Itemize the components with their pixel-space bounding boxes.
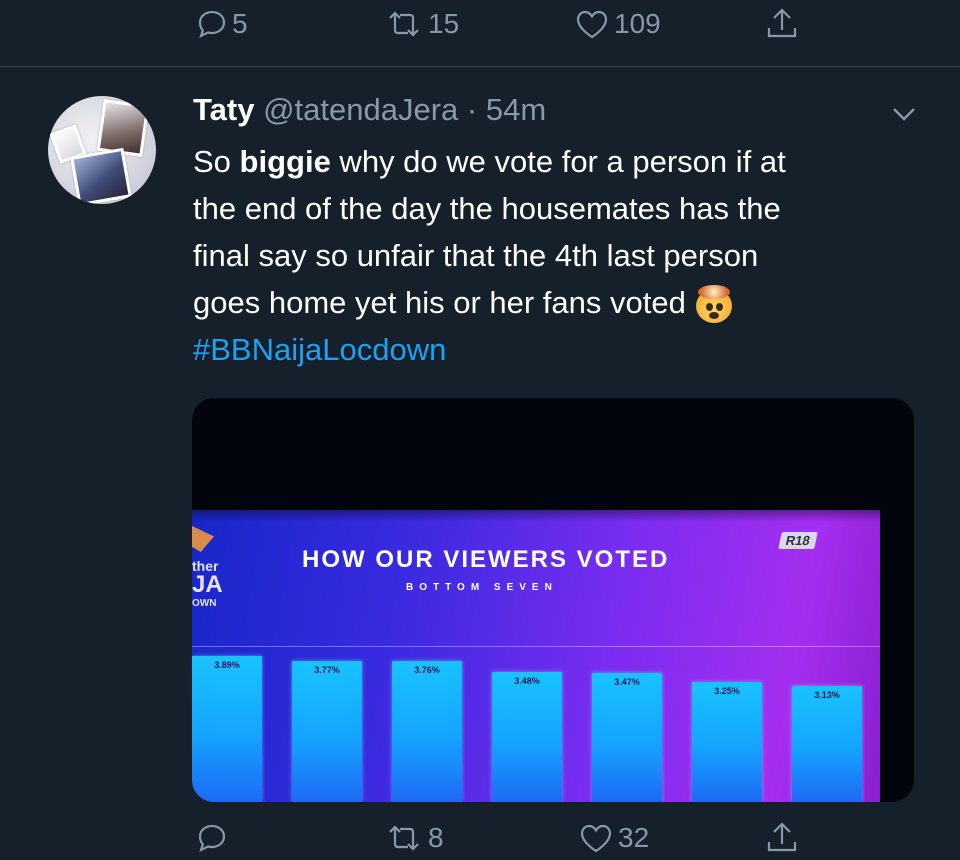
retweet-icon	[389, 825, 419, 851]
reply-count: 5	[232, 8, 248, 39]
retweet-button[interactable]: 15	[384, 8, 459, 40]
reply-icon	[198, 824, 226, 853]
tweet-text-line-4: goes home yet his or her fans voted	[193, 279, 923, 326]
vote-bar-label: 3.47%	[614, 676, 640, 687]
reply-button[interactable]: 5	[196, 8, 248, 40]
vote-bar	[492, 672, 562, 802]
retweet-icon	[389, 11, 419, 37]
tweet-text-line-2: the end of the day the housemates has th…	[193, 191, 781, 226]
like-count-next: 32	[618, 822, 650, 853]
like-count: 109	[614, 8, 661, 39]
retweet-button-next[interactable]: 8	[384, 822, 444, 854]
more-options-button[interactable]	[890, 104, 918, 129]
like-icon	[580, 824, 612, 853]
vote-bar	[192, 656, 262, 802]
vote-bar-label: 3.89%	[214, 660, 240, 670]
tweet-divider	[0, 66, 960, 67]
vote-bar-label: 3.77%	[314, 664, 340, 675]
tweet-text-line-3: final say so unfair that the 4th last pe…	[193, 238, 759, 273]
like-icon	[576, 10, 608, 39]
reply-button-next[interactable]	[196, 822, 228, 854]
vote-bar-chart: 3.89% 3.77% 3.76% 3.48% 3.47% 3.25% 3.13%	[192, 398, 914, 802]
vote-bar	[592, 672, 662, 802]
tweet-text: So biggie why do we vote for a person if…	[193, 138, 923, 373]
user-handle[interactable]: @tatendaJera	[263, 92, 458, 127]
bold-word: biggie	[239, 144, 331, 179]
vote-bar	[792, 686, 862, 802]
vote-bar-label: 3.76%	[414, 665, 440, 676]
vote-bar-label: 3.13%	[814, 690, 840, 701]
chevron-down-icon	[893, 108, 915, 121]
reply-icon	[198, 10, 226, 39]
top-action-bar: 5 15 109	[0, 0, 960, 50]
share-button-next[interactable]	[764, 820, 800, 856]
retweet-count: 15	[428, 8, 460, 39]
tweet-media-photo[interactable]: ther JA OWN R18 HOW OUR VIEWERS VOTED BO…	[192, 398, 914, 802]
avatar[interactable]	[48, 96, 156, 204]
share-icon	[767, 8, 797, 38]
vote-bar-label: 3.25%	[714, 685, 740, 696]
retweet-count-next: 8	[428, 822, 444, 853]
vote-bar	[692, 681, 762, 802]
vote-bar	[292, 660, 362, 802]
timestamp[interactable]: 54m	[486, 92, 546, 127]
tweet-text-line-1: So biggie why do we vote for a person if…	[193, 144, 786, 179]
vote-bar-label: 3.48%	[514, 676, 540, 687]
bottom-action-bar: 8 32	[0, 810, 960, 860]
separator: ·	[466, 92, 478, 127]
exploding-head-emoji-icon	[694, 284, 734, 325]
like-button-next[interactable]: 32	[578, 822, 649, 854]
hashtag-link[interactable]: #BBNaijaLocdown	[193, 326, 923, 373]
tweet-header: Taty @tatendaJera · 54m	[193, 92, 546, 128]
chart-baseline-line	[192, 646, 880, 647]
vote-bar	[392, 661, 462, 802]
display-name[interactable]: Taty	[193, 92, 254, 127]
share-button[interactable]	[764, 6, 800, 42]
share-icon	[767, 822, 797, 852]
like-button[interactable]: 109	[574, 8, 661, 40]
